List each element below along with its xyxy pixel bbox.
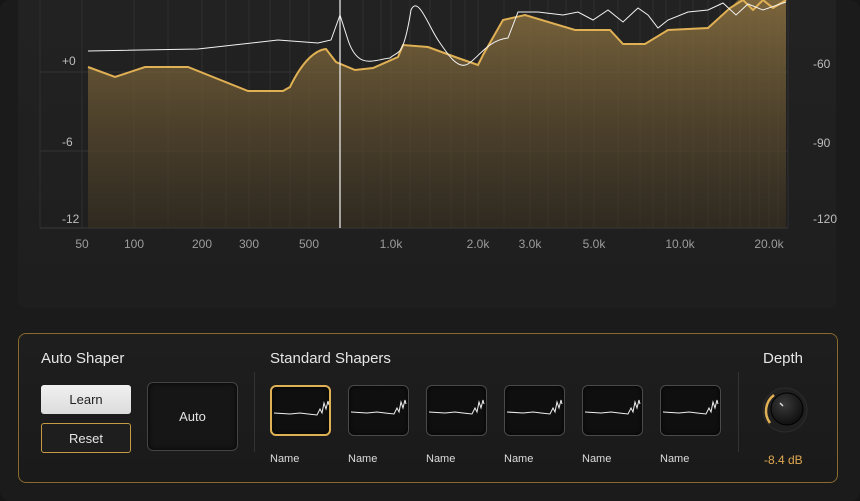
freq-label: 2.0k — [466, 237, 490, 251]
shaper-preset-name: Name — [504, 453, 534, 465]
right-axis-label-60: -60 — [813, 57, 831, 71]
freq-label: 5.0k — [582, 237, 606, 251]
freq-label: 100 — [123, 237, 145, 251]
plugin-window: +0 -6 -12 -60 -90 -120 50 100 200 300 50… — [0, 0, 860, 501]
shaper-preset-name: Name — [348, 453, 378, 465]
shaper-preset-5[interactable] — [582, 385, 643, 436]
control-panel: Auto Shaper Learn Reset Auto Standard Sh… — [18, 333, 838, 483]
reset-button[interactable]: Reset — [41, 423, 131, 453]
shaper-preset-name: Name — [660, 453, 690, 465]
auto-button[interactable]: Auto — [147, 382, 238, 451]
depth-title: Depth — [763, 350, 804, 367]
shaper-preset-2[interactable] — [348, 385, 409, 436]
standard-shapers-title: Standard Shapers — [270, 350, 391, 367]
left-axis-label-6: -6 — [62, 135, 73, 149]
learn-button[interactable]: Learn — [41, 385, 131, 414]
divider — [738, 372, 739, 452]
shaper-curve-fill — [88, 0, 786, 228]
spectrum-display[interactable]: +0 -6 -12 -60 -90 -120 50 100 200 300 50… — [18, 0, 838, 308]
divider — [254, 372, 255, 452]
shaper-preset-name: Name — [582, 453, 612, 465]
freq-label: 3.0k — [518, 237, 542, 251]
depth-value: -8.4 dB — [764, 453, 803, 467]
depth-knob[interactable] — [761, 386, 809, 434]
eq-graph[interactable] — [18, 0, 836, 308]
shaper-preset-3[interactable] — [426, 385, 487, 436]
freq-label: 10.0k — [665, 237, 695, 251]
right-axis-label-90: -90 — [813, 136, 831, 150]
freq-label: 300 — [238, 237, 260, 251]
auto-shaper-title: Auto Shaper — [41, 350, 125, 367]
shaper-preset-6[interactable] — [660, 385, 721, 436]
freq-label: 500 — [298, 237, 320, 251]
shaper-preset-name: Name — [270, 453, 300, 465]
shaper-preset-1[interactable] — [270, 385, 331, 436]
freq-label: 200 — [191, 237, 213, 251]
right-axis-label-120: -120 — [813, 212, 838, 226]
freq-label: 1.0k — [379, 237, 403, 251]
left-axis-label-0: +0 — [62, 54, 76, 68]
shaper-preset-4[interactable] — [504, 385, 565, 436]
shaper-preset-name: Name — [426, 453, 456, 465]
freq-label: 20.0k — [754, 237, 784, 251]
freq-label: 50 — [75, 237, 89, 251]
left-axis-label-12: -12 — [62, 212, 80, 226]
